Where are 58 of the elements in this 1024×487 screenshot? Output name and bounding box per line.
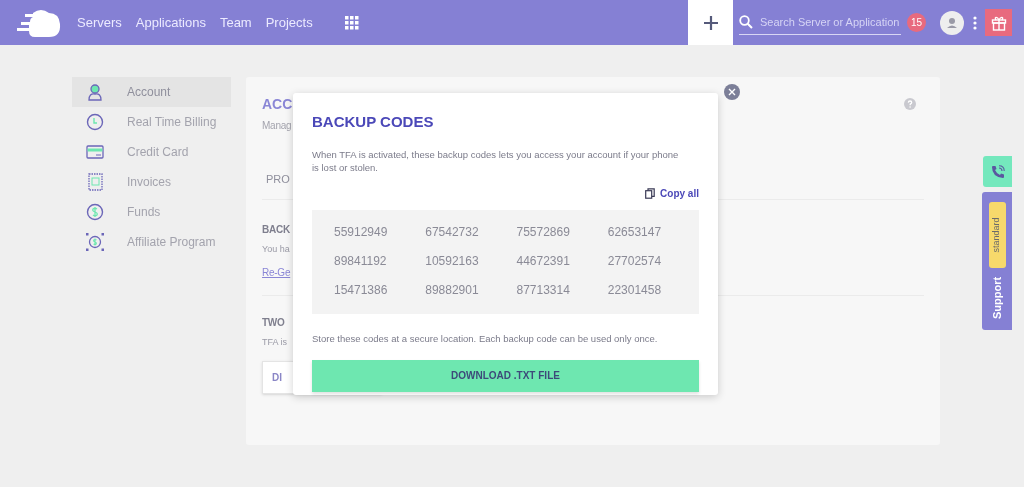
card-title: ACC bbox=[262, 95, 293, 113]
regenerate-link[interactable]: Re-Ge bbox=[262, 265, 291, 280]
gift-button[interactable] bbox=[985, 9, 1012, 36]
phone-button[interactable] bbox=[983, 156, 1012, 187]
search-icon bbox=[739, 15, 753, 29]
nav-link[interactable]: Team bbox=[219, 12, 252, 33]
plan-badge bbox=[989, 202, 1006, 268]
backup-code: 22301458 bbox=[607, 284, 663, 297]
backup-code: 15471386 bbox=[334, 284, 389, 297]
more-icon[interactable] bbox=[973, 15, 977, 30]
notification-badge[interactable]: 15 bbox=[907, 13, 926, 32]
copy-all-link[interactable]: Copy all bbox=[645, 185, 699, 201]
support-label: Support bbox=[989, 276, 1004, 320]
section-text: TFA is bbox=[262, 336, 287, 349]
backup-code: 10592163 bbox=[425, 255, 480, 268]
sidebar-item[interactable]: Funds bbox=[72, 197, 231, 227]
menu-icon bbox=[86, 233, 104, 251]
backup-code: 55912949 bbox=[334, 226, 389, 239]
sidebar-item[interactable]: Credit Card bbox=[72, 137, 231, 167]
nav-link[interactable]: Projects bbox=[265, 12, 313, 33]
sidebar-item[interactable]: Invoices bbox=[72, 167, 231, 197]
backup-code: 27702574 bbox=[607, 255, 663, 268]
backup-code: 87713314 bbox=[516, 284, 571, 297]
nav-link[interactable]: Applications bbox=[135, 12, 206, 33]
plus-icon bbox=[703, 15, 718, 30]
section-text: You ha bbox=[262, 242, 290, 256]
add-button[interactable] bbox=[688, 0, 733, 45]
nav-link[interactable]: Servers bbox=[77, 12, 122, 33]
backup-code: 62653147 bbox=[607, 226, 663, 239]
apps-grid-icon[interactable] bbox=[344, 15, 359, 30]
sidebar-item[interactable]: Affiliate Program bbox=[72, 227, 231, 257]
sidebar-item[interactable]: Account bbox=[72, 77, 231, 107]
gift-icon bbox=[990, 14, 1007, 31]
modal-note: Store these codes at a secure location. Each backup code can be used only once. bbox=[312, 331, 659, 346]
menu-icon bbox=[86, 145, 104, 159]
sidebar-item[interactable]: Real Time Billing bbox=[72, 107, 231, 137]
backup-code: 75572869 bbox=[516, 226, 571, 239]
menu-icon bbox=[86, 173, 104, 191]
card-subtitle: Manag bbox=[262, 119, 292, 133]
backup-code: 67542732 bbox=[425, 226, 480, 239]
menu-icon bbox=[86, 113, 104, 131]
menu-icon bbox=[86, 203, 104, 221]
download-button[interactable]: DOWNLOAD .TXT FILE bbox=[312, 359, 699, 392]
section-heading: TWO bbox=[262, 316, 285, 330]
copy-icon bbox=[645, 187, 656, 199]
backup-code: 89882901 bbox=[425, 284, 480, 297]
phone-icon bbox=[990, 164, 1005, 179]
profile-tab[interactable]: PRO bbox=[266, 171, 290, 188]
plan-label: standard bbox=[990, 217, 1003, 253]
backup-code: 44672391 bbox=[516, 255, 571, 268]
section-heading: BACK bbox=[262, 222, 290, 237]
menu-icon bbox=[86, 83, 104, 101]
modal-description: When TFA is activated, these backup codes lets you access your account if your phone is lost or stolen. bbox=[312, 147, 680, 174]
backup-code: 89841192 bbox=[334, 255, 388, 268]
search-field[interactable]: Search Server or Application bbox=[739, 10, 901, 35]
modal-title: BACKUP CODES bbox=[312, 112, 435, 132]
avatar-icon[interactable] bbox=[940, 10, 964, 35]
close-icon[interactable] bbox=[724, 84, 740, 100]
